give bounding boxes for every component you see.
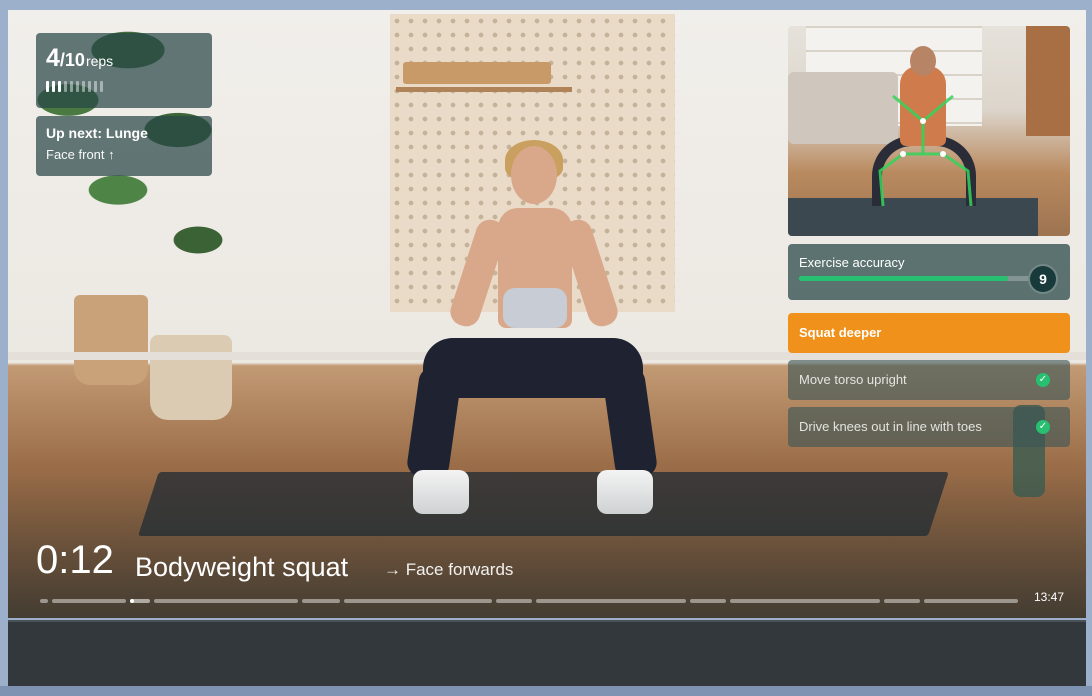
timeline-segment[interactable] <box>154 599 298 603</box>
check-icon: ✓ <box>1036 373 1050 387</box>
next-cue: → Face forwards <box>384 560 514 579</box>
tv-stand <box>0 686 1092 696</box>
form-cue-label: Squat deeper <box>799 325 882 340</box>
rep-segment <box>100 81 103 92</box>
rep-segment <box>70 81 73 92</box>
rep-segment <box>94 81 97 92</box>
rep-segment <box>76 81 79 92</box>
rep-segment <box>64 81 67 92</box>
rep-segment <box>82 81 85 92</box>
timeline-segment[interactable] <box>40 599 48 603</box>
accuracy-fill <box>799 276 1008 281</box>
form-cue-label: Move torso upright <box>799 372 907 387</box>
timeline-segment[interactable] <box>130 599 150 603</box>
exercise-accuracy-card: Exercise accuracy 9 <box>788 244 1070 300</box>
user-camera-feed <box>788 26 1070 236</box>
rep-total: /10 <box>59 50 85 70</box>
basket-pot <box>150 335 232 420</box>
form-cue-torso-upright: Move torso upright ✓ <box>788 360 1070 400</box>
workout-video: 4/10reps Up next: Lunge Face front ↑ Exe… <box>8 10 1086 618</box>
check-icon: ✓ <box>1036 420 1050 434</box>
total-time: 13:47 <box>1034 590 1065 604</box>
form-cue-label: Drive knees out in line with toes <box>799 419 982 434</box>
timeline-segment[interactable] <box>924 599 1018 603</box>
shelf <box>396 87 572 92</box>
up-next-card: Up next: Lunge Face front ↑ <box>36 116 212 176</box>
workout-timeline[interactable] <box>40 599 1020 604</box>
up-next-subtitle: Face front ↑ <box>46 147 115 162</box>
rep-counter: 4/10reps <box>36 33 212 108</box>
timeline-segment[interactable] <box>302 599 340 603</box>
plant-pot <box>74 295 148 385</box>
accuracy-score: 9 <box>1028 264 1058 294</box>
form-cue-squat-deeper: Squat deeper <box>788 313 1070 353</box>
bottom-gradient <box>8 470 1086 618</box>
timeline-segment[interactable] <box>730 599 880 603</box>
accuracy-track <box>799 276 1031 281</box>
rep-current: 4 <box>46 44 60 72</box>
timeline-segment[interactable] <box>690 599 726 603</box>
elapsed-timer: 0:12 <box>36 538 114 582</box>
rep-unit: reps <box>85 53 114 69</box>
rep-segment <box>58 81 61 92</box>
timeline-segment[interactable] <box>344 599 492 603</box>
trainer-figure <box>403 138 663 518</box>
timeline-segment[interactable] <box>496 599 532 603</box>
accuracy-label: Exercise accuracy <box>799 255 905 270</box>
form-cue-knees-out: Drive knees out in line with toes ✓ <box>788 407 1070 447</box>
foam-roller <box>403 62 551 84</box>
exercise-name: Bodyweight squat <box>135 552 349 582</box>
soundbar <box>8 620 1086 686</box>
timeline-segment[interactable] <box>52 599 126 603</box>
rep-progress-bar <box>46 81 212 92</box>
rep-count: 4/10reps <box>46 45 212 74</box>
rep-segment <box>52 81 55 92</box>
timeline-progress <box>130 599 134 603</box>
up-next-title: Up next: Lunge <box>46 125 148 141</box>
rep-segment <box>88 81 91 92</box>
timeline-segment[interactable] <box>884 599 920 603</box>
timeline-segment[interactable] <box>536 599 686 603</box>
pose-skeleton-overlay <box>878 94 973 207</box>
rep-segment <box>46 81 49 92</box>
